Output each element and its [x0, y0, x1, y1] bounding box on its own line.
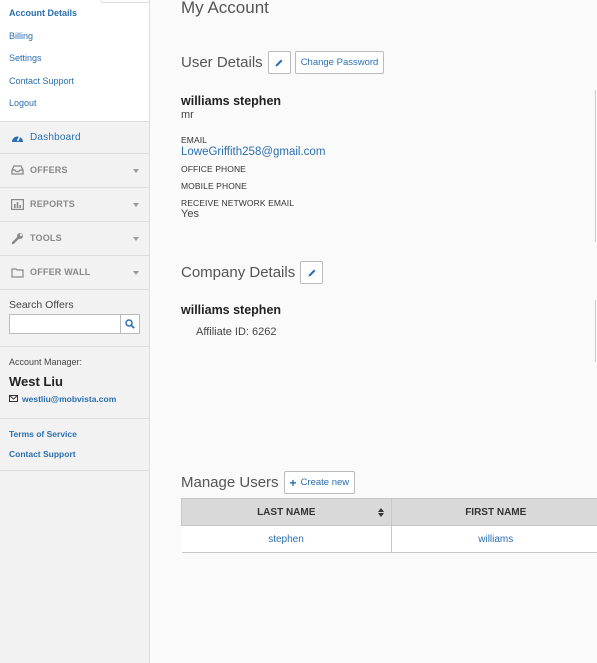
chevron-down-icon [133, 202, 139, 207]
inbox-icon [9, 163, 25, 177]
pencil-icon [308, 269, 316, 276]
submenu-settings[interactable]: Settings [0, 47, 149, 70]
search-offers: Search Offers [0, 290, 149, 347]
user-name: williams stephen [181, 94, 282, 108]
account-manager-name: West Liu [9, 373, 63, 389]
users-table: LAST NAME FIRST NAME stephen williams [181, 498, 597, 553]
search-offers-title: Search Offers [9, 298, 74, 311]
column-header-first-name[interactable]: FIRST NAME [390, 498, 597, 526]
pencil-icon [275, 59, 283, 66]
search-icon [125, 319, 135, 329]
office-phone-label: OFFICE PHONE [181, 164, 246, 174]
sidebar-top-tab [100, 0, 150, 3]
submenu-logout[interactable]: Logout [0, 92, 149, 115]
create-new-user-button[interactable]: + Create new [283, 471, 356, 494]
main-content: My Account User Details Change Password … [150, 0, 597, 663]
company-name: williams stephen [181, 303, 282, 317]
change-password-button[interactable]: Change Password [294, 51, 385, 74]
nav-dashboard-label: Dashboard [30, 131, 81, 143]
user-details-header: User Details Change Password [181, 51, 385, 74]
divider-line [595, 300, 596, 362]
manage-users-heading: Manage Users [181, 474, 279, 491]
mobile-phone-label: MOBILE PHONE [181, 181, 247, 191]
contact-support-link[interactable]: Contact Support [9, 447, 140, 467]
nav-tools-label: TOOLS [30, 233, 62, 244]
chevron-down-icon [133, 270, 139, 275]
nav-reports-label: REPORTS [30, 199, 75, 210]
search-button[interactable] [121, 313, 140, 334]
terms-of-service-link[interactable]: Terms of Service [9, 427, 140, 447]
user-salutation: mr [181, 109, 194, 121]
sidebar: Account Details Billing Settings Contact… [0, 0, 150, 663]
plus-icon: + [289, 475, 297, 490]
sidebar-footer: Terms of Service Contact Support [0, 419, 149, 471]
nav-offers[interactable]: OFFERS [0, 154, 149, 188]
folder-icon [9, 265, 25, 279]
account-manager: Account Manager: West Liu westliu@mobvis… [0, 347, 149, 419]
edit-user-button[interactable] [267, 51, 291, 74]
nav-tools[interactable]: TOOLS [0, 222, 149, 256]
envelope-icon [9, 395, 18, 403]
wrench-icon [9, 231, 25, 245]
manage-users-header: Manage Users + Create new [181, 471, 356, 494]
user-details-body: williams stephen mr EMAIL LoweGriffith25… [181, 94, 325, 220]
chevron-down-icon [133, 168, 139, 173]
dashboard-icon [9, 130, 25, 144]
cell-last-name[interactable]: stephen [181, 525, 392, 553]
submenu-contact-support[interactable]: Contact Support [0, 70, 149, 93]
company-details-header: Company Details [181, 261, 324, 284]
account-submenu: Account Details Billing Settings Contact… [0, 0, 149, 122]
chevron-down-icon [133, 236, 139, 241]
bar-chart-icon [9, 197, 25, 211]
edit-company-button[interactable] [300, 261, 324, 284]
nav-offers-label: OFFERS [30, 165, 68, 176]
company-details-heading: Company Details [181, 264, 296, 281]
account-manager-caption: Account Manager: [9, 356, 83, 367]
network-email-value: Yes [181, 208, 199, 220]
submenu-account-details[interactable]: Account Details [0, 2, 149, 25]
column-header-last-name[interactable]: LAST NAME [181, 498, 392, 526]
nav-offer-wall[interactable]: OFFER WALL [0, 256, 149, 290]
nav-reports[interactable]: REPORTS [0, 188, 149, 222]
company-details-body: williams stephen Affiliate ID: 6262 [181, 303, 281, 338]
nav-offer-wall-label: OFFER WALL [30, 267, 91, 278]
submenu-billing[interactable]: Billing [0, 25, 149, 48]
table-row: stephen williams [181, 525, 597, 553]
search-offers-input[interactable] [9, 313, 121, 334]
user-email[interactable]: LoweGriffith258@gmail.com [181, 146, 325, 158]
nav-dashboard[interactable]: Dashboard [0, 122, 149, 154]
page-title: My Account [181, 0, 269, 17]
network-email-label: RECEIVE NETWORK EMAIL [181, 198, 295, 208]
user-details-heading: User Details [181, 54, 263, 71]
divider-line [595, 90, 596, 242]
cell-first-name[interactable]: williams [391, 525, 597, 553]
email-label: EMAIL [181, 135, 208, 145]
sort-icon [377, 508, 384, 517]
affiliate-id: Affiliate ID: 6262 [196, 326, 277, 338]
create-new-label: Create new [300, 477, 350, 488]
account-manager-email[interactable]: westliu@mobvista.com [22, 394, 116, 404]
